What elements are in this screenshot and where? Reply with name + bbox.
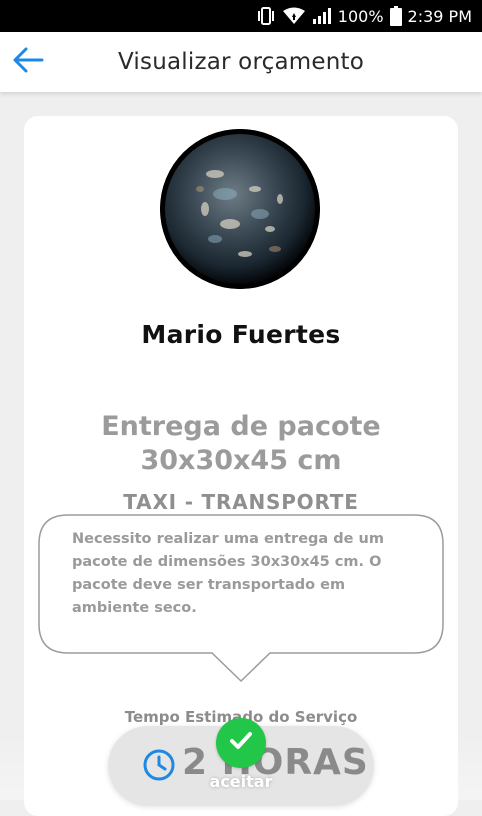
clock-icon (142, 748, 176, 786)
clock-time: 2:39 PM (407, 6, 472, 26)
wifi-icon (282, 7, 306, 25)
status-bar: 100% 2:39 PM (0, 0, 482, 32)
app-bar: Visualizar orçamento (0, 32, 482, 92)
accept-button[interactable] (216, 718, 266, 768)
service-category: TAXI - TRANSPORTE (123, 490, 359, 514)
description-bubble: Necessito realizar uma entrega de um pac… (38, 514, 444, 683)
vibrate-icon (256, 7, 276, 25)
service-title: Entrega de pacote 30x30x45 cm (101, 411, 381, 476)
quote-card: Mario Fuertes Entrega de pacote 30x30x45… (24, 116, 458, 816)
battery-level: 100% (337, 6, 384, 26)
service-description: Necessito realizar uma entrega de um pac… (72, 531, 384, 616)
accept-label[interactable]: aceitar (190, 772, 292, 791)
battery-icon (389, 6, 402, 26)
signal-icon (312, 7, 332, 25)
check-icon (226, 726, 256, 760)
client-name: Mario Fuertes (141, 320, 341, 349)
page-title: Visualizar orçamento (118, 49, 364, 75)
avatar (160, 129, 320, 289)
